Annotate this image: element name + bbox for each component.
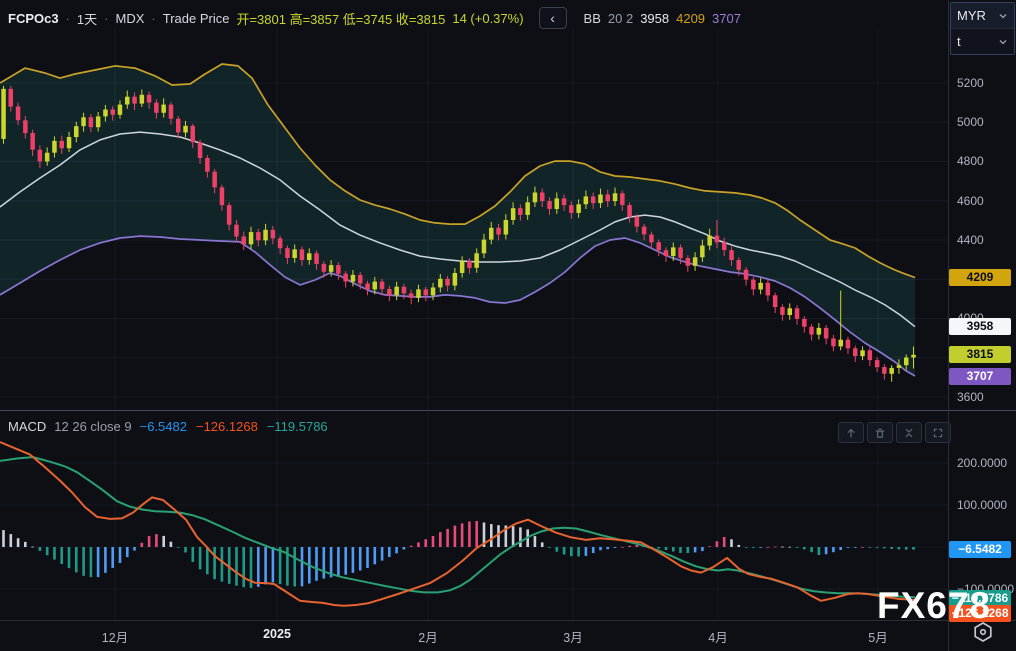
bb-value: 4209	[676, 11, 705, 26]
chevron-down-icon	[998, 38, 1008, 46]
bb-name: BB	[584, 11, 601, 26]
trash-icon	[874, 427, 886, 439]
macd-tick-label: 200.0000	[957, 456, 1007, 470]
time-tick-label: 4月	[708, 627, 727, 646]
time-axis[interactable]: 12月 2025 2月 3月 4月 5月	[0, 620, 1016, 651]
separator: ·	[104, 11, 108, 26]
time-tick-label: 12月	[102, 627, 128, 646]
unit-value: t	[957, 34, 961, 49]
unit-dropdown[interactable]: t	[951, 29, 1014, 54]
axis-price-badge: 3707	[949, 368, 1011, 385]
chevron-down-icon	[998, 12, 1008, 20]
collapse-header-button[interactable]: ‹	[539, 7, 567, 29]
price-tick-label: 5200	[957, 76, 984, 90]
macd-pane-toolbar	[838, 422, 951, 443]
collapse-icon	[903, 427, 915, 439]
currency-dropdown[interactable]: MYR	[951, 3, 1014, 29]
maximize-icon	[932, 427, 944, 439]
separator: ·	[66, 11, 70, 26]
exchange-label: MDX	[116, 11, 145, 26]
time-tick-label: 2月	[418, 627, 437, 646]
axis-price-badge: 3815	[949, 346, 1011, 363]
bb-values: 3958 4209 3707	[640, 11, 748, 26]
collapse-pane-button[interactable]	[896, 422, 922, 443]
bb-value: 3958	[640, 11, 669, 26]
arrow-up-icon	[845, 427, 857, 439]
macd-params: 12 26 close 9	[54, 419, 131, 434]
currency-value: MYR	[957, 8, 986, 23]
price-tick-label: 3600	[957, 390, 984, 404]
time-tick-label: 2025	[263, 627, 291, 641]
axis-price-badge: 3958	[949, 318, 1011, 335]
time-tick-label: 3月	[563, 627, 582, 646]
bollinger-bands	[0, 64, 915, 376]
bb-indicator-legend[interactable]: BB 20 2 3958 4209 3707	[584, 11, 748, 26]
ohlc-values: 开=3801 高=3857 低=3745 收=3815	[236, 9, 445, 28]
macd-name: MACD	[8, 419, 46, 434]
macd-value: −119.5786	[267, 419, 328, 434]
chevron-left-icon: ‹	[550, 11, 555, 25]
fx678-watermark: FX678	[877, 587, 991, 624]
maximize-pane-button[interactable]	[925, 422, 951, 443]
symbol-header: FCPOc3 · 1天 · MDX · Trade Price 开=3801 高…	[8, 7, 748, 29]
delete-pane-button[interactable]	[867, 422, 893, 443]
price-tick-label: 4400	[957, 233, 984, 247]
price-tick-label: 4800	[957, 154, 984, 168]
pane-divider[interactable]	[0, 410, 1016, 411]
chart-app: FCPOc3 · 1天 · MDX · Trade Price 开=3801 高…	[0, 0, 1016, 651]
axis-price-badge: 4209	[949, 269, 1011, 286]
macd-value: −6.5482	[140, 419, 187, 434]
move-pane-up-button[interactable]	[838, 422, 864, 443]
macd-value: −126.1268	[196, 419, 258, 434]
price-tick-label: 4600	[957, 194, 984, 208]
price-axis[interactable]: 5200500048004600440040003600200.0000100.…	[948, 0, 1016, 651]
change-value: 14 (+0.37%)	[452, 11, 523, 26]
macd-series	[0, 442, 915, 606]
macd-tick-label: 100.0000	[957, 498, 1007, 512]
time-tick-label: 5月	[868, 627, 887, 646]
symbol-name[interactable]: FCPOc3	[8, 11, 59, 26]
bb-params: 20 2	[608, 11, 633, 26]
axis-settings-panel: MYR t	[950, 2, 1015, 55]
price-tick-label: 5000	[957, 115, 984, 129]
macd-values: −6.5482 −126.1268 −119.5786	[140, 419, 337, 434]
hexagon-logo-icon	[971, 620, 995, 644]
interval-label[interactable]: 1天	[77, 9, 97, 28]
separator: ·	[151, 11, 155, 26]
bb-value: 3707	[712, 11, 741, 26]
chart-canvas[interactable]	[0, 0, 1016, 651]
macd-indicator-legend[interactable]: MACD 12 26 close 9 −6.5482 −126.1268 −119.…	[8, 419, 337, 434]
series-type-label: Trade Price	[163, 11, 230, 26]
axis-price-badge: −6.5482	[949, 541, 1011, 558]
